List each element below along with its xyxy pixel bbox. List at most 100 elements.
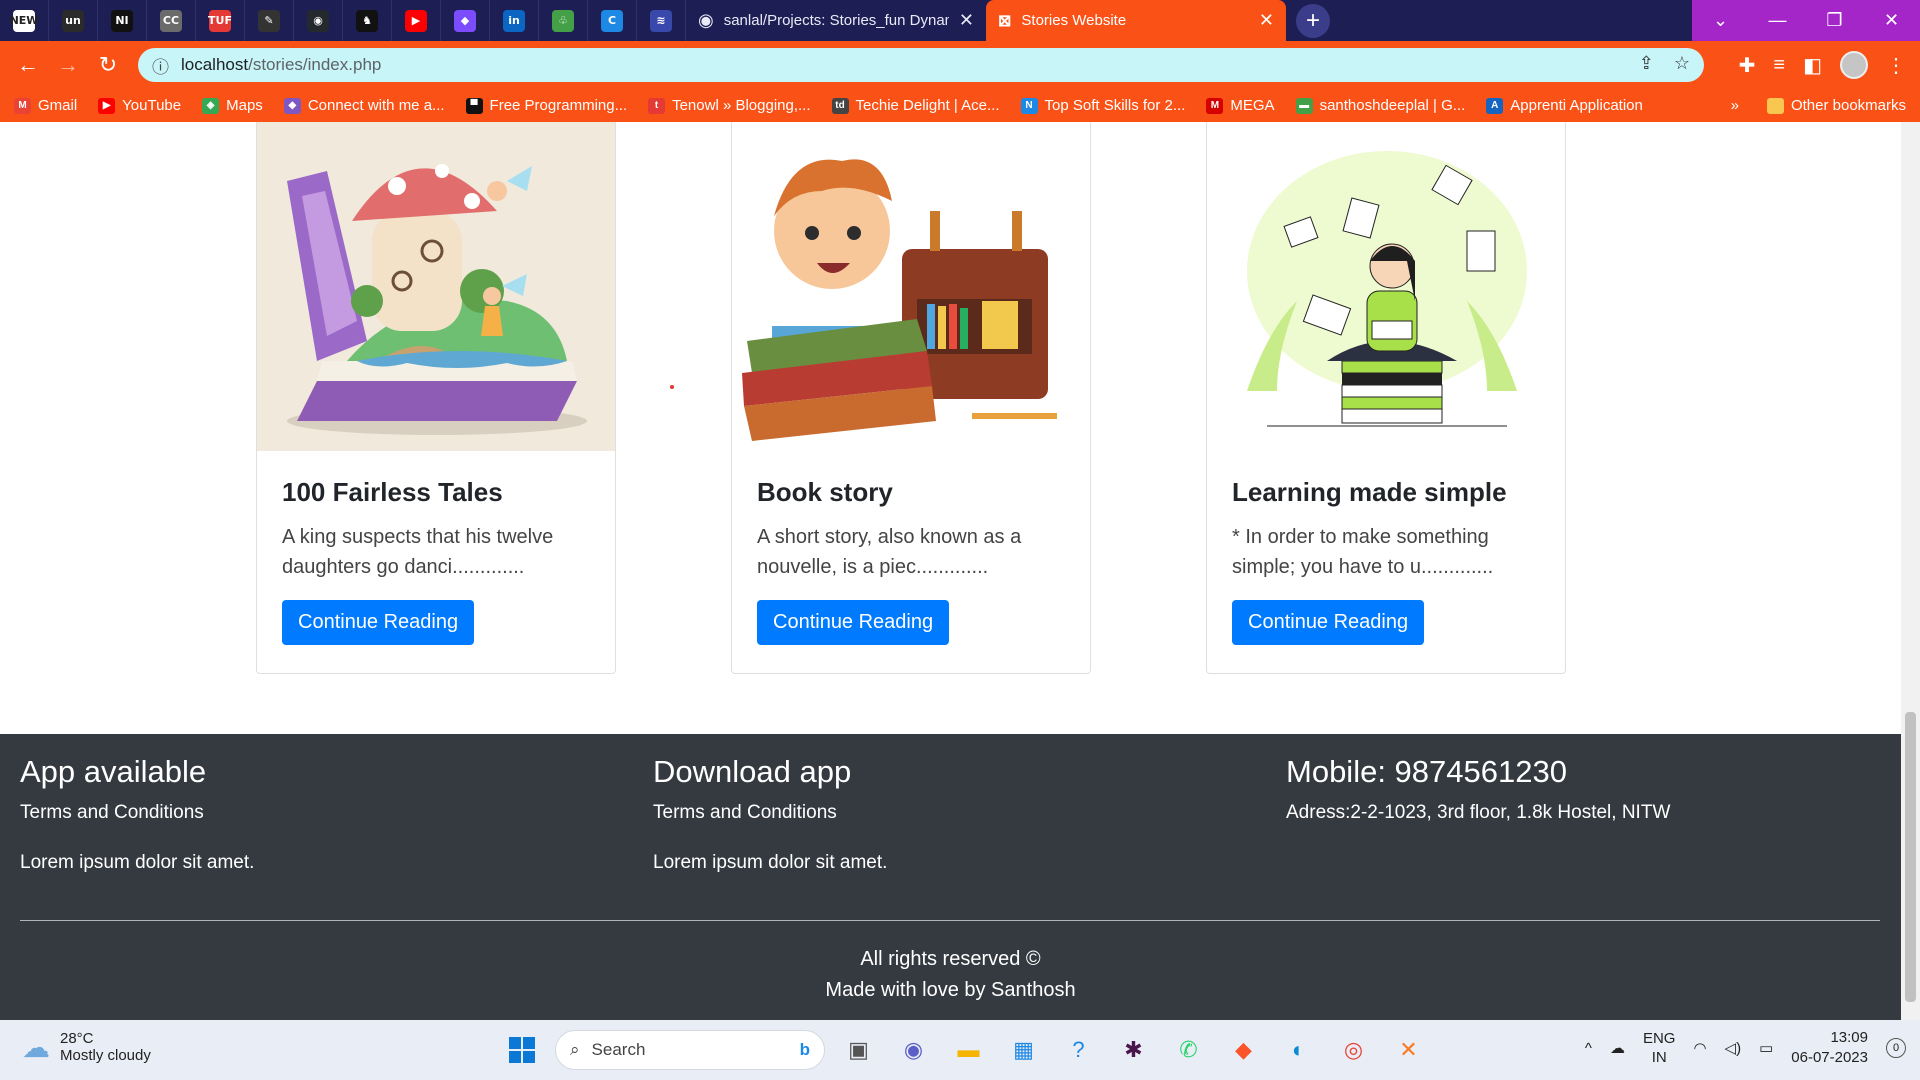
menu-icon[interactable]: ⋮: [1886, 53, 1906, 78]
other-bookmarks-label: Other bookmarks: [1790, 97, 1906, 114]
chrome-icon[interactable]: ◎: [1332, 1028, 1375, 1071]
other-bookmarks[interactable]: Other bookmarks: [1766, 97, 1906, 114]
share-icon[interactable]: ⇪: [1639, 53, 1654, 74]
wifi-icon[interactable]: ◠: [1693, 1039, 1706, 1057]
edge-icon[interactable]: ◐: [1277, 1028, 1320, 1071]
terms-link[interactable]: Terms and Conditions: [653, 802, 887, 824]
pinned-tab[interactable]: TUF: [196, 0, 245, 41]
terms-link[interactable]: Terms and Conditions: [20, 802, 254, 824]
pinned-tab[interactable]: in: [490, 0, 539, 41]
pinned-tab[interactable]: NI: [98, 0, 147, 41]
story-card: 100 Fairless Tales A king suspects that …: [256, 122, 616, 674]
bookmark-item[interactable]: ◈ Maps: [202, 97, 263, 114]
pinned-tab[interactable]: ▶: [392, 0, 441, 41]
language-indicator[interactable]: ENG IN: [1643, 1029, 1676, 1067]
tab-stories-website[interactable]: ⊠ Stories Website ✕: [986, 0, 1286, 41]
bookmark-favicon-icon: N: [1020, 97, 1038, 114]
bookmark-item[interactable]: td Techie Delight | Ace...: [831, 97, 1000, 114]
back-button[interactable]: ←: [8, 45, 48, 85]
pinned-tab[interactable]: ◉: [294, 0, 343, 41]
page-scrollbar[interactable]: [1901, 122, 1920, 1020]
cloud-sun-icon: ☁: [22, 1031, 50, 1063]
help-icon[interactable]: ?: [1057, 1028, 1100, 1071]
pinned-tab[interactable]: CC: [147, 0, 196, 41]
reload-button[interactable]: ↻: [88, 45, 128, 85]
bookmarks-list: M Gmail ▶ YouTube ◈ Maps ◆ Connect with me a...…: [14, 97, 1664, 114]
pinned-tabs: NEW un NI CC TUF ✎ ◉ ♞ ▶ ◆ in ♧ C ≋: [0, 0, 686, 41]
clock[interactable]: 13:09 06-07-2023: [1791, 1028, 1868, 1068]
bookmark-label: santhoshdeeplal | G...: [1319, 97, 1466, 114]
bing-icon: b: [799, 1039, 810, 1059]
scrollbar-thumb[interactable]: [1905, 712, 1916, 1002]
credit-text: Made with love by Santhosh: [825, 979, 1076, 1001]
slack-icon[interactable]: ✱: [1112, 1028, 1155, 1071]
pinned-tab[interactable]: ✎: [245, 0, 294, 41]
bookmark-label: Apprenti Application: [1510, 97, 1643, 114]
footer-heading: App available: [20, 754, 207, 789]
bookmark-item[interactable]: ◆ Connect with me a...: [283, 97, 445, 114]
side-panel-icon[interactable]: ◧: [1803, 53, 1822, 78]
minimize-button[interactable]: —: [1749, 0, 1806, 41]
file-explorer-icon[interactable]: ▬: [947, 1028, 990, 1071]
address-bar[interactable]: ⓘ localhost/stories/index.php ⇪ ☆: [138, 48, 1704, 82]
tab-github-projects[interactable]: ◉ sanlal/Projects: Stories_fun Dynam ✕: [686, 0, 986, 41]
battery-icon[interactable]: ▭: [1759, 1039, 1773, 1057]
media-control-icon[interactable]: ≡: [1773, 54, 1785, 77]
bookmark-item[interactable]: M MEGA: [1206, 97, 1275, 114]
pinned-tab[interactable]: C: [588, 0, 637, 41]
bookmark-star-icon[interactable]: ☆: [1674, 53, 1690, 74]
tab-title: sanlal/Projects: Stories_fun Dynam: [723, 12, 949, 29]
pinned-tab[interactable]: NEW: [0, 0, 49, 41]
volume-icon[interactable]: ◁): [1725, 1039, 1742, 1057]
continue-reading-button[interactable]: Continue Reading: [757, 600, 950, 645]
start-button[interactable]: [500, 1028, 543, 1071]
bookmarks-bar: M Gmail ▶ YouTube ◈ Maps ◆ Connect with me a...…: [0, 89, 1920, 122]
teams-icon[interactable]: ◉: [892, 1028, 935, 1071]
notification-badge[interactable]: 0: [1886, 1038, 1906, 1058]
onedrive-icon[interactable]: ☁: [1610, 1039, 1625, 1057]
close-tab-icon[interactable]: ✕: [1259, 10, 1274, 31]
bookmark-item[interactable]: t Tenowl » Blogging,...: [648, 97, 811, 114]
close-tab-icon[interactable]: ✕: [959, 10, 974, 31]
bookmark-item[interactable]: A Apprenti Application: [1486, 97, 1643, 114]
whatsapp-icon[interactable]: ✆: [1167, 1028, 1210, 1071]
task-view-icon[interactable]: ▣: [837, 1028, 880, 1071]
extensions-icon[interactable]: ✚: [1739, 53, 1756, 78]
bookmark-item[interactable]: ▶ YouTube: [98, 97, 181, 114]
bookmark-item[interactable]: M Gmail: [14, 97, 77, 114]
bookmark-label: Top Soft Skills for 2...: [1044, 97, 1186, 114]
card-text: A short story, also known as a nouvelle,…: [757, 526, 1022, 578]
pinned-apps: ▣ ◉ ▬ ▦? ✱ ✆ ◆ ◐ ◎ ✕: [837, 1028, 1430, 1071]
new-tab-button[interactable]: +: [1296, 3, 1330, 38]
site-info-icon[interactable]: ⓘ: [152, 53, 169, 78]
search-icon: ⌕: [570, 1039, 580, 1059]
more-bookmarks-button[interactable]: »: [1731, 97, 1739, 114]
tab-search-button[interactable]: ⌄: [1692, 0, 1749, 41]
linkedin-icon: in: [503, 9, 525, 32]
youtube-icon: ▶: [405, 9, 427, 32]
store-icon[interactable]: ▦: [1002, 1028, 1045, 1071]
pinned-tab[interactable]: ◆: [441, 0, 490, 41]
pinned-tab[interactable]: ♞: [343, 0, 392, 41]
taskbar-search[interactable]: ⌕ Search b: [555, 1029, 825, 1070]
forward-button[interactable]: →: [48, 45, 88, 85]
continue-reading-button[interactable]: Continue Reading: [282, 600, 475, 645]
pinned-tab[interactable]: ♧: [539, 0, 588, 41]
bookmark-item[interactable]: N Top Soft Skills for 2...: [1020, 97, 1186, 114]
pinned-tab[interactable]: ≋: [637, 0, 686, 41]
bookmark-item[interactable]: ▀ Free Programming...: [465, 97, 627, 114]
close-window-button[interactable]: ✕: [1863, 0, 1920, 41]
continue-reading-button[interactable]: Continue Reading: [1232, 600, 1425, 645]
brave-icon[interactable]: ◆: [1222, 1028, 1265, 1071]
bookmark-favicon-icon: ◆: [283, 97, 301, 114]
restore-button[interactable]: ❐: [1806, 0, 1863, 41]
xampp-icon[interactable]: ✕: [1387, 1028, 1430, 1071]
profile-avatar[interactable]: [1840, 51, 1868, 79]
show-hidden-icons[interactable]: ^: [1585, 1040, 1592, 1057]
pinned-tab[interactable]: un: [49, 0, 98, 41]
weather-widget[interactable]: ☁ 28°C Mostly cloudy: [22, 1030, 151, 1064]
reading-girl-illustration: [1207, 122, 1565, 451]
bookmark-item[interactable]: ▬ santhoshdeeplal | G...: [1295, 97, 1466, 114]
card-text: A king suspects that his twelve daughter…: [282, 526, 554, 578]
footer-text: Lorem ipsum dolor sit amet.: [653, 852, 888, 873]
